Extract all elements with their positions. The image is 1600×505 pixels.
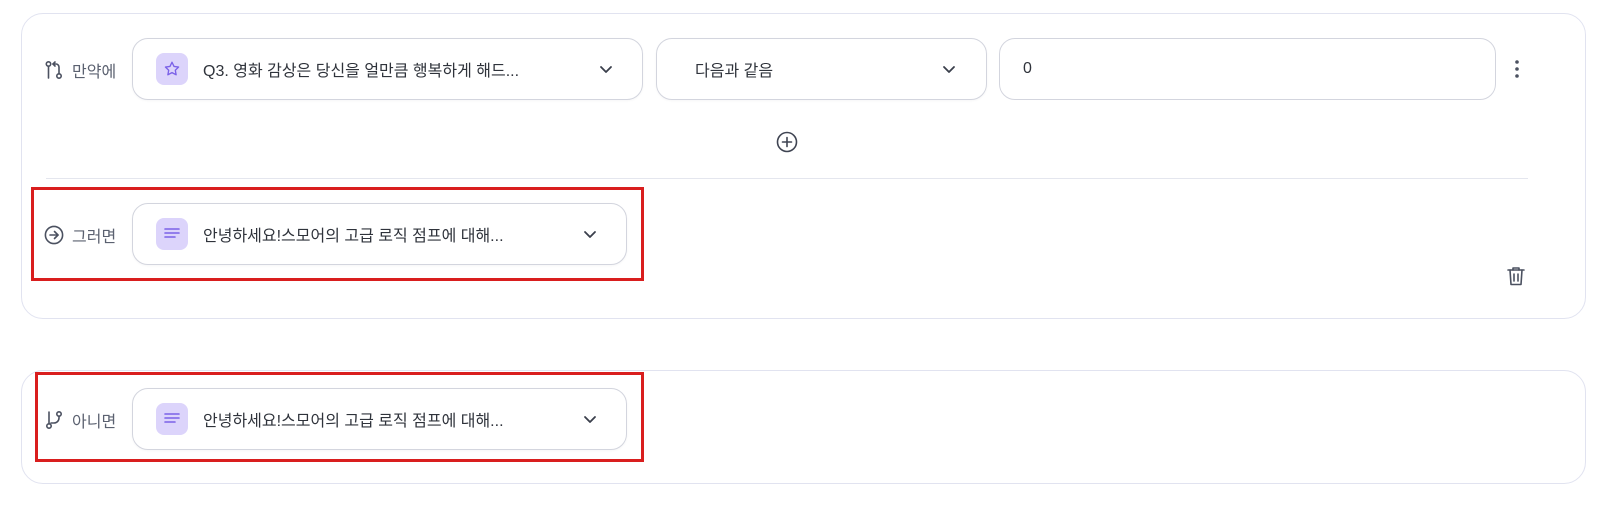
operator-select-value: 다음과 같음 (695, 63, 774, 80)
trash-icon (1505, 267, 1527, 291)
delete-rule-button[interactable] (1505, 265, 1527, 292)
value-input[interactable]: 0 (999, 38, 1496, 100)
chevron-down-icon (597, 60, 615, 78)
star-icon (156, 53, 188, 85)
kebab-menu-icon[interactable] (1509, 58, 1525, 85)
add-condition-button[interactable] (776, 131, 798, 158)
branch-compare-icon (44, 60, 64, 80)
operator-select[interactable]: 다음과 같음 (656, 38, 987, 100)
highlight-box-else (35, 372, 644, 462)
value-input-text: 0 (1023, 60, 1032, 77)
chevron-down-icon (940, 60, 958, 78)
plus-circle-icon (776, 131, 798, 157)
if-label-group: 만약에 (44, 58, 116, 82)
section-divider (46, 178, 1528, 179)
question-select-value: Q3. 영화 감상은 당신을 얼만큼 행복하게 해드... (203, 63, 520, 80)
question-select[interactable]: Q3. 영화 감상은 당신을 얼만큼 행복하게 해드... (132, 38, 643, 100)
highlight-box-then (31, 187, 644, 281)
if-label: 만약에 (72, 64, 117, 81)
